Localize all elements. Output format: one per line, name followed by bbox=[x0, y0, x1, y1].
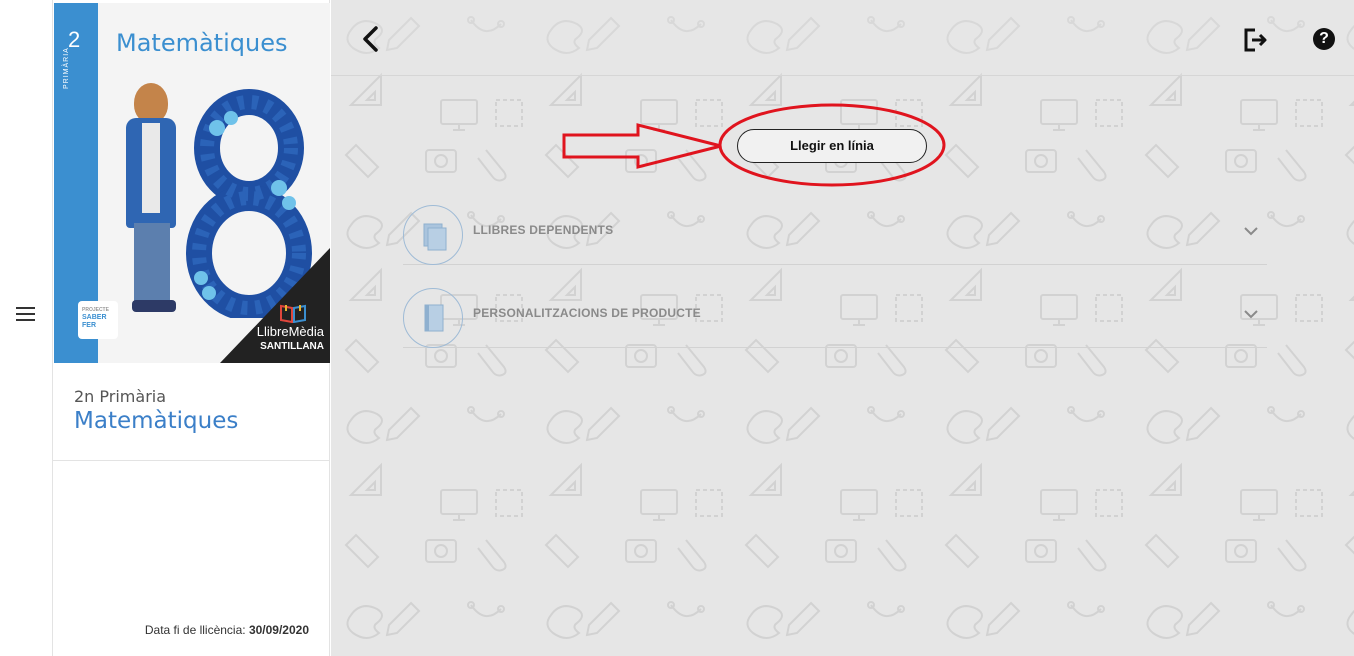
section-dependent-books[interactable]: LLIBRES DEPENDENTS bbox=[403, 205, 1267, 265]
top-toolbar: ? bbox=[331, 0, 1354, 76]
logout-icon bbox=[1244, 28, 1267, 52]
cover-level-label: PRIMÀRIA bbox=[63, 47, 70, 89]
open-book-icon bbox=[280, 304, 306, 323]
book-panel: 2 PRIMÀRIA Matemàtiques PROJECTE SABER F… bbox=[53, 0, 330, 656]
cover-child-feet bbox=[132, 300, 176, 312]
license-expiry: Data fi de llicència: 30/09/2020 bbox=[145, 623, 309, 637]
chevron-down-icon[interactable] bbox=[1243, 308, 1259, 320]
hamburger-menu-icon[interactable] bbox=[16, 307, 35, 322]
product-customizations-icon bbox=[403, 288, 463, 348]
section-product-customizations[interactable]: PERSONALITZACIONS DE PRODUCTE bbox=[403, 288, 1267, 348]
cover-title: Matemàtiques bbox=[116, 29, 288, 57]
book-subject-title: Matemàtiques bbox=[74, 408, 239, 434]
book-cover[interactable]: 2 PRIMÀRIA Matemàtiques PROJECTE SABER F… bbox=[54, 3, 330, 363]
book-grade-label: 2n Primària bbox=[74, 387, 167, 406]
read-online-button[interactable]: Llegir en línia bbox=[737, 129, 927, 163]
panel-divider bbox=[53, 460, 330, 461]
chevron-left-icon bbox=[363, 26, 378, 52]
back-button[interactable] bbox=[359, 25, 383, 53]
left-rail bbox=[0, 0, 53, 656]
license-date: 30/09/2020 bbox=[248, 623, 309, 637]
main-content: ? Llegir en línia LLIBRES DEPENDENTS PER… bbox=[331, 0, 1354, 656]
saber-fer-badge: PROJECTE SABER FER bbox=[78, 301, 118, 339]
chevron-down-icon[interactable] bbox=[1243, 225, 1259, 237]
cover-child-head bbox=[134, 83, 168, 123]
section-label: LLIBRES DEPENDENTS bbox=[473, 223, 614, 237]
license-label: Data fi de llicència: bbox=[144, 623, 246, 637]
dependent-books-icon bbox=[403, 205, 463, 265]
logout-button[interactable] bbox=[1243, 27, 1269, 53]
brand-publisher: SANTILLANA bbox=[260, 341, 324, 352]
cover-child-shirt bbox=[142, 123, 160, 213]
help-icon[interactable]: ? bbox=[1313, 28, 1335, 50]
section-label: PERSONALITZACIONS DE PRODUCTE bbox=[473, 306, 701, 320]
app-window: 2 PRIMÀRIA Matemàtiques PROJECTE SABER F… bbox=[0, 0, 1354, 656]
brand-name: LlibreMèdia bbox=[256, 324, 324, 339]
cover-child-legs bbox=[134, 223, 170, 303]
